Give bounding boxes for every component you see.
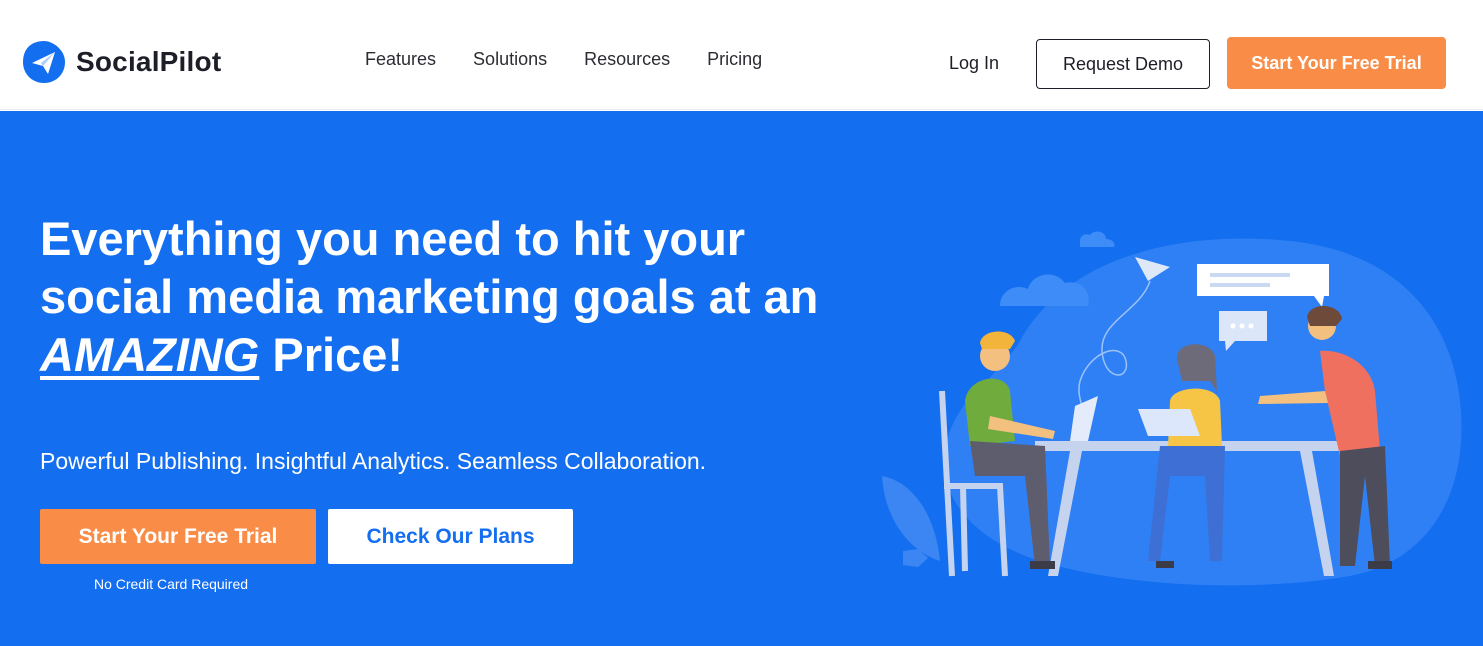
nav-item-features[interactable]: Features	[365, 49, 436, 70]
socialpilot-logo[interactable]: SocialPilot	[20, 38, 221, 86]
site-header: SocialPilot Features Solutions Resources…	[0, 0, 1483, 110]
nav-item-pricing[interactable]: Pricing	[707, 49, 762, 70]
team-collaboration-illustration	[882, 231, 1462, 586]
check-plans-button[interactable]: Check Our Plans	[328, 509, 573, 564]
main-nav: Features Solutions Resources Pricing	[365, 49, 762, 70]
laptop-middle	[1138, 409, 1200, 436]
nav-item-resources[interactable]: Resources	[584, 49, 670, 70]
leaf-icon	[882, 476, 940, 561]
header-free-trial-button[interactable]: Start Your Free Trial	[1227, 37, 1446, 89]
paper-plane-logo-icon	[23, 41, 65, 83]
hero-section: Everything you need to hit your social m…	[0, 111, 1483, 646]
hero-free-trial-button[interactable]: Start Your Free Trial	[40, 509, 316, 564]
no-credit-card-note: No Credit Card Required	[93, 576, 249, 592]
nav-item-solutions[interactable]: Solutions	[473, 49, 547, 70]
headline-line-2: social media marketing goals at an	[40, 270, 819, 323]
headline-emphasis: AMAZING	[40, 328, 260, 381]
brand-name: SocialPilot	[76, 46, 222, 77]
headline-tail: Price!	[259, 328, 403, 381]
login-link[interactable]: Log In	[949, 53, 999, 74]
headline-line-1: Everything you need to hit your	[40, 212, 746, 265]
request-demo-button[interactable]: Request Demo	[1036, 39, 1210, 89]
hero-subheadline: Powerful Publishing. Insightful Analytic…	[40, 448, 707, 474]
hero-headline: Everything you need to hit your social m…	[40, 210, 860, 384]
